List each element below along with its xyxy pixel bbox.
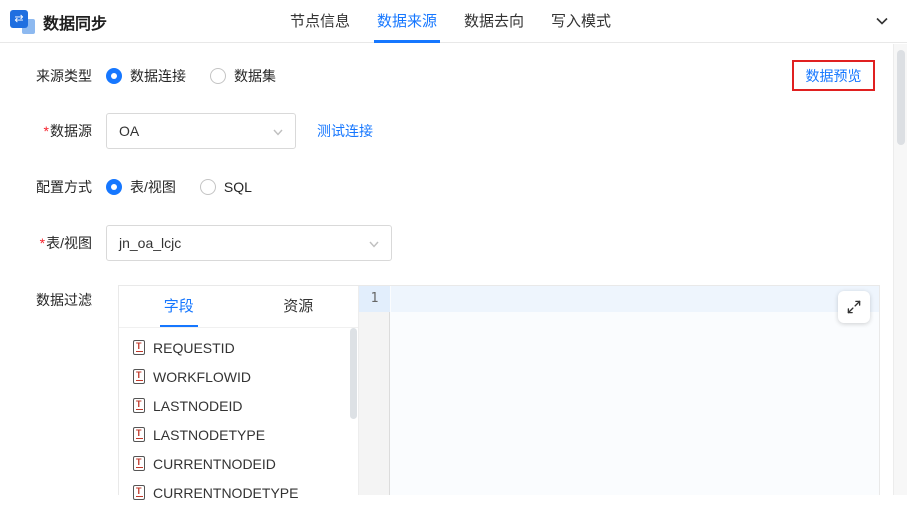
field-item[interactable]: WORKFLOWID [119,362,358,391]
datasource-label: *数据源 [0,121,106,141]
datasource-select[interactable]: OA [106,113,296,149]
text-field-icon [133,398,145,413]
radio-unchecked-icon[interactable] [200,179,216,195]
radio-sql-label: SQL [224,179,252,195]
editor-gutter [359,286,390,495]
field-item[interactable]: LASTNODETYPE [119,420,358,449]
text-field-icon [133,369,145,384]
filter-code-editor[interactable]: 1 [358,286,879,495]
data-filter-panel: 字段 资源 REQUESTID WORKFLOWID LASTNODEID LA… [118,285,880,495]
table-view-select[interactable]: jn_oa_lcjc [106,225,392,261]
required-mark: * [44,123,49,139]
header: ⇄ 数据同步 节点信息 数据来源 数据去向 写入模式 [0,0,907,43]
radio-sql[interactable]: SQL [200,179,252,195]
chevron-down-icon[interactable] [874,13,890,29]
data-filter-label: 数据过滤 [0,290,106,310]
radio-data-connection-label: 数据连接 [130,66,186,86]
text-field-icon [133,456,145,471]
radio-table-view[interactable]: 表/视图 [106,177,176,197]
tab-write-mode[interactable]: 写入模式 [551,0,611,43]
radio-dataset[interactable]: 数据集 [210,66,276,86]
data-sync-icon: ⇄ [10,9,35,34]
text-field-icon [133,427,145,442]
page-title: 数据同步 [43,10,107,34]
chevron-down-icon [367,237,381,251]
radio-dataset-label: 数据集 [234,66,276,86]
field-item[interactable]: REQUESTID [119,333,358,362]
tab-resources[interactable]: 资源 [239,286,359,327]
text-field-icon [133,340,145,355]
table-view-value: jn_oa_lcjc [119,235,181,251]
tab-node-info[interactable]: 节点信息 [290,0,350,43]
fields-pane: 字段 资源 REQUESTID WORKFLOWID LASTNODEID LA… [119,286,358,495]
datasource-value: OA [119,123,139,139]
data-preview-button[interactable]: 数据预览 [792,60,875,91]
tab-fields[interactable]: 字段 [119,286,239,327]
text-field-icon [133,485,145,500]
field-item[interactable]: CURRENTNODEID [119,449,358,478]
required-mark: * [40,235,45,251]
expand-editor-button[interactable] [838,291,870,323]
tab-data-destination[interactable]: 数据去向 [464,0,524,43]
field-item[interactable]: LASTNODEID [119,391,358,420]
radio-checked-icon[interactable] [106,68,122,84]
test-connection-link[interactable]: 测试连接 [317,121,373,141]
editor-line-number: 1 [359,286,390,312]
radio-table-view-label: 表/视图 [130,177,176,197]
page-scrollbar[interactable] [893,44,907,495]
scrollbar-thumb[interactable] [897,50,905,145]
radio-checked-icon[interactable] [106,179,122,195]
expand-diagonal-icon [845,298,863,316]
radio-data-connection[interactable]: 数据连接 [106,66,186,86]
config-mode-label: 配置方式 [0,177,106,197]
field-item[interactable]: CURRENTNODETYPE [119,478,358,507]
main-tabs: 节点信息 数据来源 数据去向 写入模式 [290,0,611,43]
source-type-label: 来源类型 [0,66,106,86]
fields-scrollbar-thumb[interactable] [350,328,357,419]
tab-data-source[interactable]: 数据来源 [377,0,437,43]
radio-unchecked-icon[interactable] [210,68,226,84]
table-view-label: *表/视图 [0,233,106,253]
fields-list: REQUESTID WORKFLOWID LASTNODEID LASTNODE… [119,328,358,507]
editor-active-line[interactable] [391,286,879,312]
chevron-down-icon [271,125,285,139]
